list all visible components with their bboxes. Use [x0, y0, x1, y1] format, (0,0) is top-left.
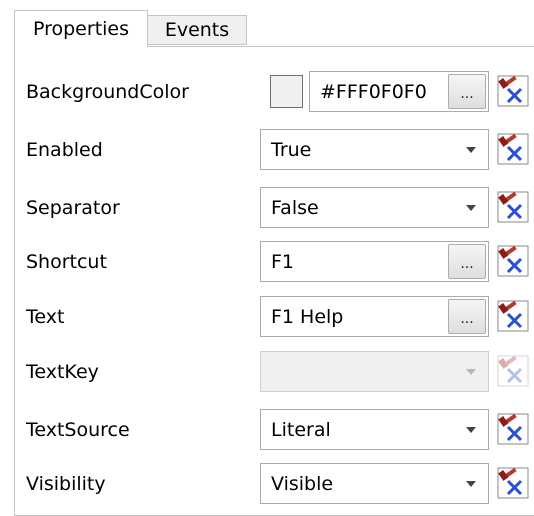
chevron-down-icon: [466, 481, 476, 487]
tab-events-label: Events: [164, 18, 230, 41]
tab-strip: Properties Events: [0, 0, 534, 47]
textsource-dropdown[interactable]: Literal: [260, 409, 489, 450]
background-color-value: #FFF0F0F0: [320, 80, 427, 103]
visibility-value: Visible: [271, 472, 334, 495]
property-row-text: Text F1 Help ...: [0, 288, 534, 346]
reset-to-default-icon[interactable]: [497, 191, 529, 223]
color-swatch[interactable]: [270, 75, 303, 108]
text-input[interactable]: F1 Help ...: [260, 296, 489, 337]
property-row-visibility: Visibility Visible: [0, 455, 534, 513]
ellipsis-label: ...: [460, 86, 474, 102]
property-name: BackgroundColor: [26, 81, 189, 103]
property-row-backgroundcolor: BackgroundColor #FFF0F0F0 ...: [0, 63, 534, 121]
property-row-enabled: Enabled True: [0, 121, 534, 179]
reset-to-default-icon[interactable]: [497, 300, 529, 332]
property-row-shortcut: Shortcut F1 ...: [0, 233, 534, 291]
textkey-dropdown: [260, 351, 489, 392]
chevron-down-icon: [466, 205, 476, 211]
tab-properties[interactable]: Properties: [14, 10, 148, 47]
property-row-separator: Separator False: [0, 179, 534, 237]
enabled-value: True: [271, 138, 312, 161]
reset-to-default-icon: [497, 355, 529, 387]
reset-to-default-icon[interactable]: [497, 467, 529, 499]
shortcut-value: F1: [271, 250, 295, 273]
property-name: Enabled: [26, 139, 103, 161]
chevron-down-icon: [466, 369, 476, 375]
reset-to-default-icon[interactable]: [497, 133, 529, 165]
color-picker-ellipsis-button[interactable]: ...: [448, 74, 486, 109]
separator-dropdown[interactable]: False: [260, 187, 489, 228]
property-name: Shortcut: [26, 251, 107, 273]
property-name: Visibility: [26, 473, 106, 495]
ellipsis-label: ...: [460, 311, 474, 327]
chevron-down-icon: [466, 427, 476, 433]
reset-to-default-icon[interactable]: [497, 75, 529, 107]
chevron-down-icon: [466, 147, 476, 153]
textsource-value: Literal: [271, 418, 331, 441]
property-name: Text: [26, 306, 65, 328]
background-color-input[interactable]: #FFF0F0F0 ...: [309, 71, 489, 112]
property-name: Separator: [26, 197, 120, 219]
tab-properties-label: Properties: [32, 17, 130, 40]
property-name: TextKey: [26, 361, 99, 383]
text-ellipsis-button[interactable]: ...: [448, 299, 486, 334]
shortcut-input[interactable]: F1 ...: [260, 241, 489, 282]
property-name: TextSource: [26, 419, 130, 441]
enabled-dropdown[interactable]: True: [260, 129, 489, 170]
reset-to-default-icon[interactable]: [497, 245, 529, 277]
shortcut-ellipsis-button[interactable]: ...: [448, 244, 486, 279]
property-row-textsource: TextSource Literal: [0, 401, 534, 459]
ellipsis-label: ...: [460, 256, 474, 272]
text-value: F1 Help: [271, 305, 344, 328]
separator-value: False: [271, 196, 319, 219]
visibility-dropdown[interactable]: Visible: [260, 463, 489, 504]
reset-to-default-icon[interactable]: [497, 413, 529, 445]
tab-events[interactable]: Events: [148, 15, 247, 45]
property-row-textkey: TextKey: [0, 343, 534, 401]
